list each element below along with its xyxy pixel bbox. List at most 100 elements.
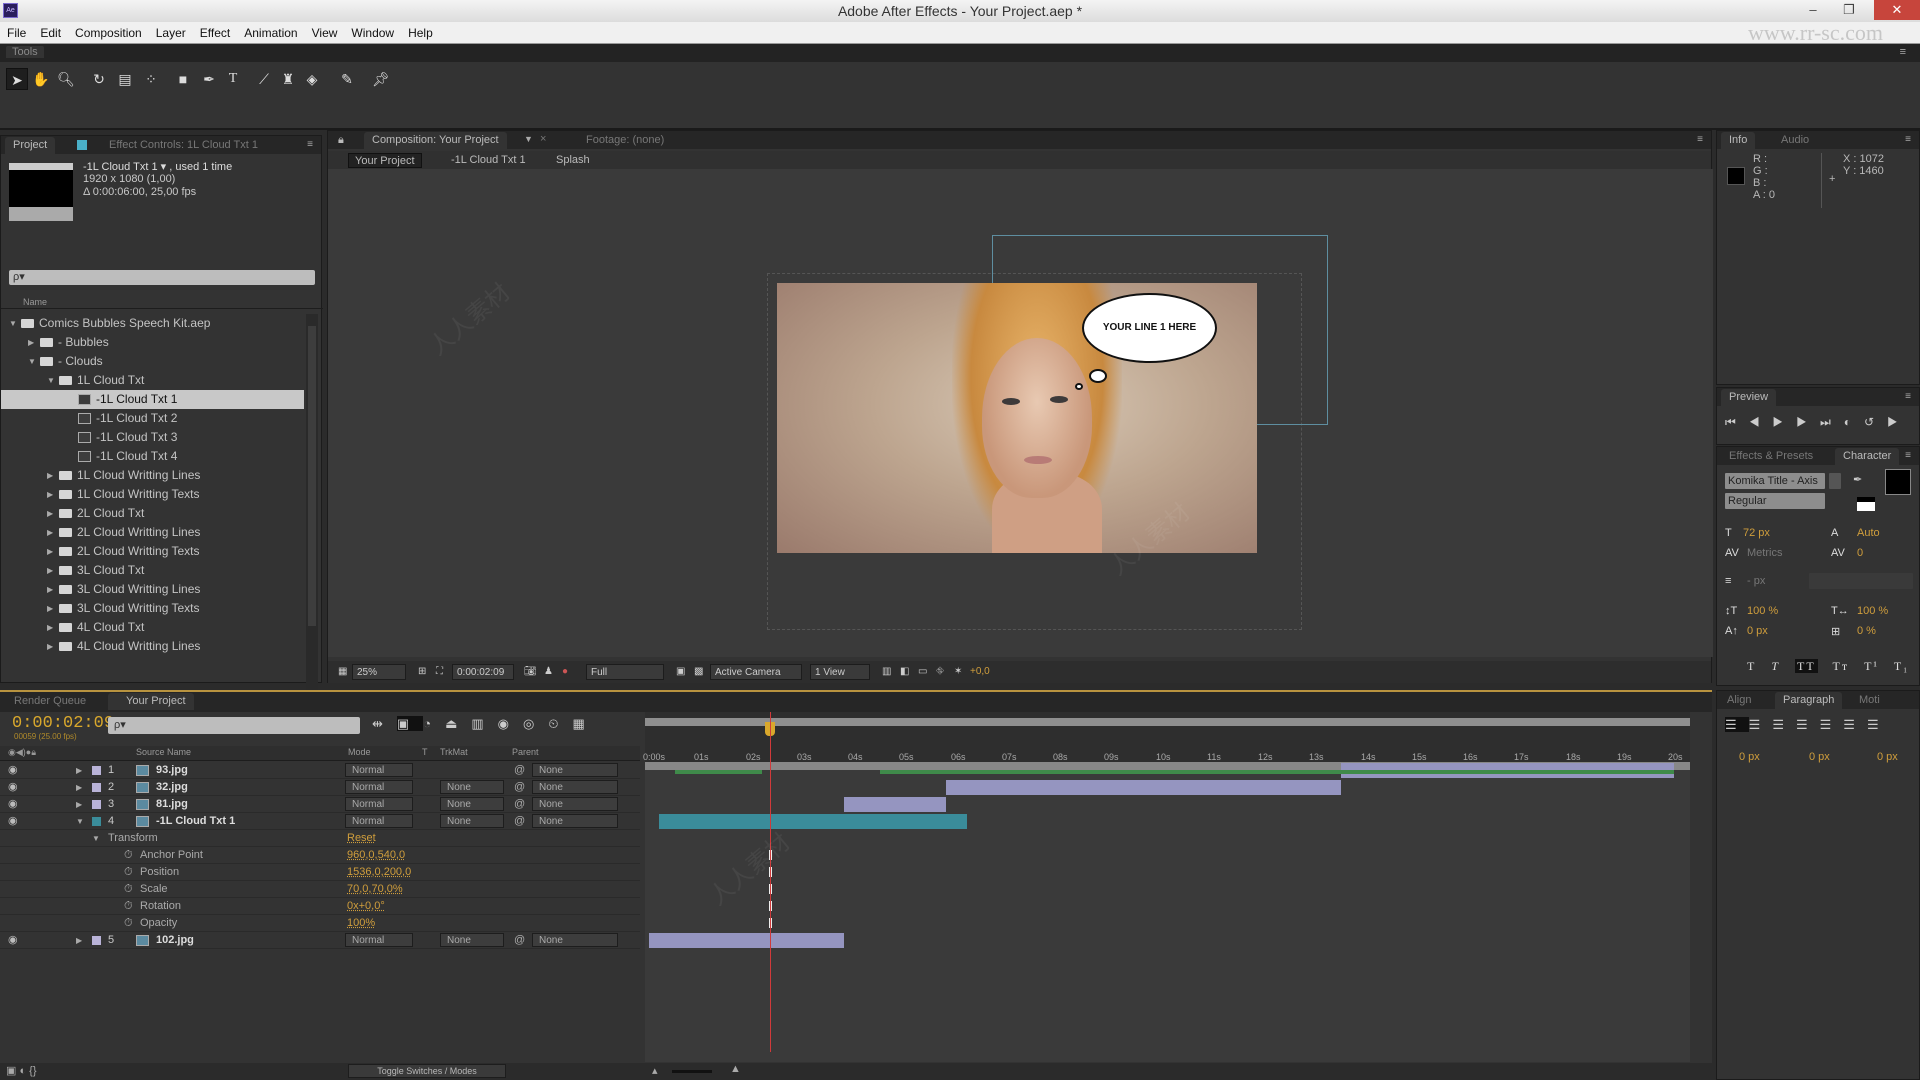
pick-whip-icon[interactable]: @ — [514, 779, 525, 796]
project-item[interactable]: ▶ 3L Cloud Txt — [1, 561, 304, 580]
stroke-style-dropdown[interactable] — [1809, 573, 1913, 589]
label-color-swatch[interactable] — [92, 800, 101, 809]
menu-view[interactable]: View — [305, 22, 345, 44]
auto-keyframe-icon[interactable]: ⏲ — [548, 716, 572, 731]
project-item[interactable]: ▶ 2L Cloud Writting Lines — [1, 523, 304, 542]
property-value[interactable]: 960,0,540,0 — [347, 847, 405, 864]
visibility-eye-icon[interactable]: ◉ — [8, 779, 18, 796]
indent-left-value[interactable]: 0 px — [1739, 751, 1760, 763]
twirl-arrow-icon[interactable]: ▶ — [76, 779, 82, 796]
project-item[interactable]: ▶ - Bubbles — [1, 333, 304, 352]
property-row[interactable]: ⏱︎ Scale 70,0,70,0% — [0, 881, 640, 898]
menu-composition[interactable]: Composition — [68, 22, 149, 44]
visibility-eye-icon[interactable]: ◉ — [8, 796, 18, 813]
tracking-value[interactable]: 0 — [1857, 547, 1863, 559]
toggle-switches-modes-button[interactable]: Toggle Switches / Modes — [348, 1064, 506, 1078]
menu-animation[interactable]: Animation — [237, 22, 304, 44]
always-preview-icon[interactable]: ▦ — [334, 664, 351, 680]
view-layout-dropdown[interactable]: 1 View — [810, 664, 870, 680]
project-item[interactable]: ▶ 4L Cloud Writting Lines — [1, 637, 304, 656]
menu-effect[interactable]: Effect — [193, 22, 237, 44]
roto-brush-tool-icon[interactable]: ✎ — [336, 68, 358, 90]
expand-arrow-icon[interactable]: ▶ — [47, 542, 53, 561]
tab-character[interactable]: Character — [1835, 448, 1900, 465]
stopwatch-icon[interactable]: ⏱︎ — [124, 847, 133, 864]
close-tab-icon[interactable]: × — [540, 133, 546, 145]
label-color-swatch[interactable] — [92, 817, 101, 826]
stopwatch-icon[interactable]: ⏱︎ — [124, 864, 133, 881]
expand-panes-icon[interactable]: ▣ ◐ {} — [6, 1064, 37, 1077]
project-item[interactable]: ▶ 2L Cloud Writting Texts — [1, 542, 304, 561]
tab-your-project[interactable]: Your Project — [108, 693, 194, 710]
twirl-arrow-icon[interactable]: ▶ — [76, 762, 82, 779]
kerning-value[interactable]: Metrics — [1747, 547, 1782, 559]
expand-arrow-icon[interactable]: ▶ — [47, 656, 53, 660]
project-item[interactable]: ▼ Comics Bubbles Speech Kit.aep — [1, 314, 304, 333]
property-row[interactable]: ⏱︎ Rotation 0x+0,0° — [0, 898, 640, 915]
indent-first-value[interactable]: 0 px — [1809, 751, 1830, 763]
project-item[interactable]: ▼ 1L Cloud Txt — [1, 371, 304, 390]
breadcrumb-splash[interactable]: Splash — [550, 153, 596, 168]
tsume-value[interactable]: 0 % — [1857, 625, 1876, 637]
layer-row[interactable]: ◉ ▼ 4 -1L Cloud Txt 1 Normal None @ None — [0, 813, 640, 830]
property-value[interactable]: 100% — [347, 915, 375, 932]
expand-arrow-icon[interactable]: ▶ — [47, 637, 53, 656]
current-time-field[interactable]: 0:00:02:09 — [452, 664, 514, 680]
align-right-icon[interactable]: ☰ — [1772, 717, 1796, 732]
transparency-grid-icon[interactable]: ▩ — [690, 664, 707, 680]
property-row[interactable]: ⏱︎ Anchor Point 960,0,540,0 — [0, 847, 640, 864]
first-frame-icon[interactable]: ⏮ — [1725, 415, 1749, 429]
twirl-arrow-icon[interactable]: ▶ — [76, 796, 82, 813]
brainstorm-icon[interactable]: ◎ — [523, 716, 548, 731]
pen-tool-icon[interactable]: ✒ — [198, 68, 220, 90]
hand-tool-icon[interactable]: ✋ — [30, 68, 52, 90]
track-matte-dropdown[interactable]: None — [440, 780, 504, 794]
project-item[interactable]: ▶ 1L Cloud Writting Lines — [1, 466, 304, 485]
minimize-button[interactable]: – — [1798, 0, 1828, 20]
tab-project[interactable]: Project — [5, 137, 56, 154]
flowchart-icon[interactable]: ⛗ — [932, 664, 948, 680]
leading-value[interactable]: Auto — [1857, 527, 1880, 539]
stopwatch-icon[interactable]: ⏱︎ — [124, 915, 133, 932]
thought-bubble[interactable]: YOUR LINE 1 HERE — [1082, 293, 1217, 363]
panel-menu-icon[interactable]: ≡ — [307, 139, 313, 150]
work-area-bar[interactable] — [645, 718, 1690, 726]
font-size-value[interactable]: 72 px — [1743, 527, 1770, 539]
stroke-width-value[interactable]: - px — [1747, 575, 1765, 587]
panel-menu-icon[interactable]: ≡ — [1697, 134, 1703, 145]
menu-help[interactable]: Help — [401, 22, 440, 44]
layer-row[interactable]: ◉ ▶ 1 93.jpg Normal @ None — [0, 762, 640, 779]
expand-arrow-icon[interactable]: ▶ — [47, 618, 53, 637]
layer-row[interactable]: ◉ ▶ 2 32.jpg Normal None @ None — [0, 779, 640, 796]
pick-whip-icon[interactable]: @ — [514, 813, 525, 830]
timeline-tracks[interactable] — [645, 762, 1690, 1062]
expand-arrow-icon[interactable]: ▶ — [28, 333, 34, 352]
collapse-arrow-icon[interactable]: ▼ — [47, 371, 55, 390]
faux-italic-button[interactable]: T — [1771, 659, 1780, 673]
project-item[interactable]: ▶ 3L Cloud Writting Lines — [1, 580, 304, 599]
stroke-color-swatch[interactable] — [1857, 497, 1875, 511]
layer-duration-bar[interactable] — [844, 797, 946, 812]
composition-viewer[interactable]: YOUR LINE 1 HERE — [328, 169, 1713, 657]
faux-bold-button[interactable]: T — [1747, 659, 1756, 673]
label-color-swatch[interactable] — [92, 936, 101, 945]
property-value[interactable]: 70,0,70,0% — [347, 881, 403, 898]
visibility-eye-icon[interactable]: ◉ — [8, 932, 18, 949]
zoom-in-icon[interactable]: ▲ — [730, 1063, 741, 1075]
ram-preview-icon[interactable]: ▶ — [1887, 415, 1911, 429]
type-tool-icon[interactable]: T — [222, 68, 244, 90]
panel-menu-icon[interactable]: ≡ — [1905, 450, 1911, 461]
breadcrumb-cloud-txt[interactable]: -1L Cloud Txt 1 — [445, 153, 532, 168]
resolution-dropdown[interactable]: Full — [586, 664, 664, 680]
tab-motion[interactable]: Moti — [1851, 692, 1888, 709]
project-item[interactable]: ▶ 3L Cloud Writting Texts — [1, 599, 304, 618]
close-button[interactable]: ✕ — [1874, 0, 1920, 20]
project-search-input[interactable]: ρ▾ — [9, 270, 315, 285]
layer-duration-bar[interactable] — [649, 933, 844, 948]
hide-shy-icon[interactable]: ⏏ — [445, 716, 471, 731]
parent-dropdown[interactable]: None — [532, 763, 618, 777]
indent-right-value[interactable]: 0 px — [1877, 751, 1898, 763]
parent-dropdown[interactable]: None — [532, 780, 618, 794]
blend-mode-dropdown[interactable]: Normal — [345, 763, 413, 777]
last-frame-icon[interactable]: ⏭ — [1820, 415, 1844, 429]
